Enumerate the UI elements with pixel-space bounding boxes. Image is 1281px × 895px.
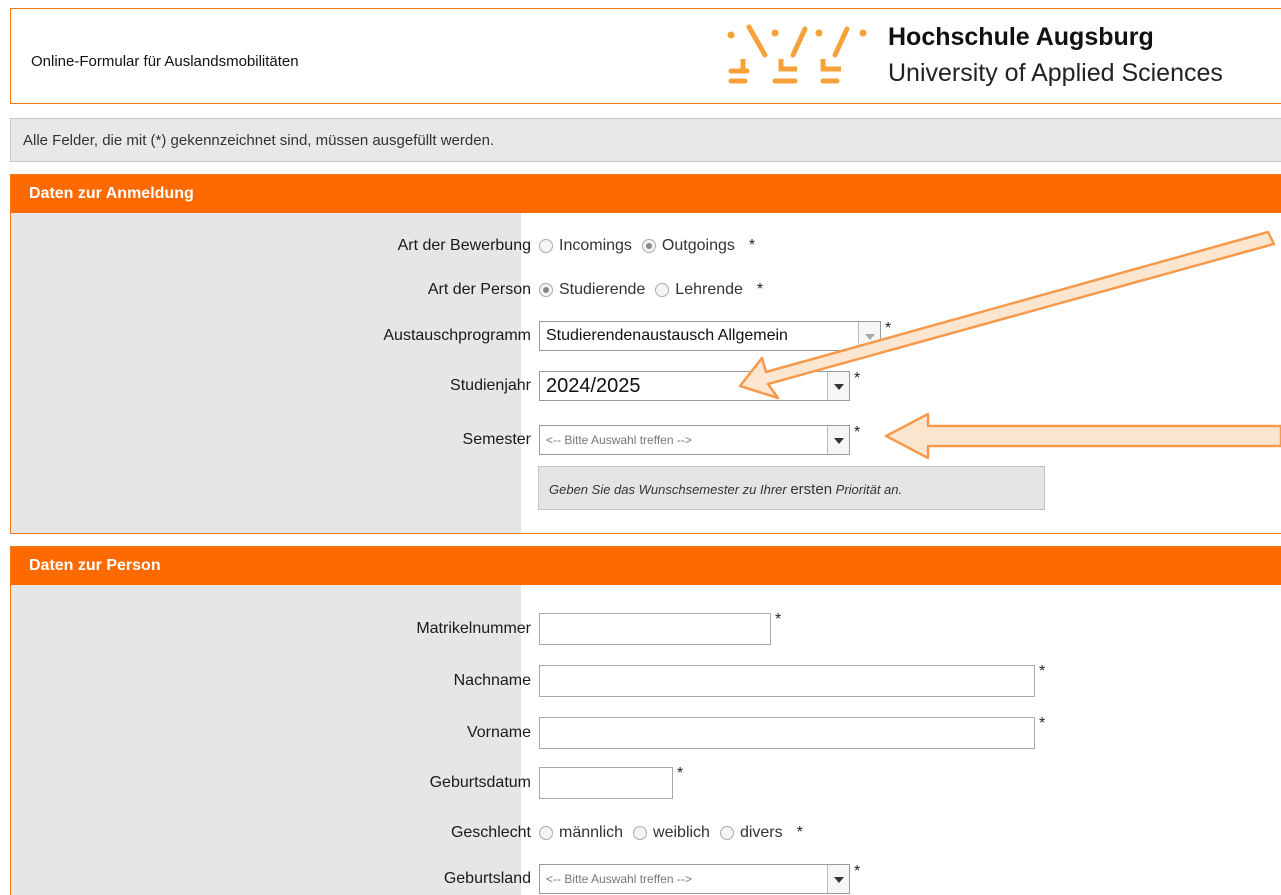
- select-value: Studierendenaustausch Allgemein: [546, 327, 788, 344]
- section-header: Daten zur Anmeldung: [11, 175, 1281, 213]
- radio-group-art-person: Studierende Lehrende *: [539, 275, 763, 305]
- brand-subtitle: University of Applied Sciences: [888, 59, 1223, 87]
- section-title: Daten zur Anmeldung: [29, 185, 194, 202]
- field-label: Semester: [462, 431, 531, 448]
- radio-label: Studierende: [559, 281, 646, 298]
- radio-label: weiblich: [653, 824, 710, 841]
- studienjahr-control: 2024/2025 *: [539, 370, 861, 401]
- austauschprogramm-select[interactable]: Studierendenaustausch Allgemein: [539, 321, 881, 351]
- row-studienjahr: Studienjahr 2024/2025 *: [11, 370, 1281, 401]
- page-header: Online-Formular für Auslandsmobilitäten …: [10, 8, 1281, 104]
- hint-part: Priorität an.: [832, 482, 903, 497]
- field-label: Geschlecht: [450, 824, 531, 841]
- chevron-down-icon[interactable]: [827, 426, 849, 454]
- row-art-bewerbung: Art der Bewerbung Incomings Outgoings *: [11, 231, 1281, 261]
- form-title: Online-Formular für Auslandsmobilitäten: [31, 53, 299, 70]
- required-marker: *: [854, 370, 861, 387]
- required-marker: *: [1039, 663, 1046, 680]
- field-label: Geburtsland: [443, 870, 531, 887]
- austauschprogramm-control: Studierendenaustausch Allgemein *: [539, 320, 892, 351]
- radio-label: männlich: [559, 824, 624, 841]
- required-notice-text: Alle Felder, die mit (*) gekennzeichnet …: [23, 132, 495, 149]
- radio-label: Lehrende: [675, 281, 743, 298]
- radio-outgoings[interactable]: [641, 239, 656, 253]
- field-label: Vorname: [466, 724, 531, 741]
- select-placeholder: <-- Bitte Auswahl treffen -->: [546, 872, 692, 886]
- radio-label: divers: [739, 824, 783, 841]
- required-notice: Alle Felder, die mit (*) gekennzeichnet …: [10, 118, 1281, 162]
- vorname-input[interactable]: [539, 717, 1035, 749]
- row-art-person: Art der Person Studierende Lehrende *: [11, 275, 1281, 305]
- geburtsland-control: <-- Bitte Auswahl treffen --> *: [539, 863, 861, 894]
- radio-group-art-bewerbung: Incomings Outgoings *: [539, 231, 755, 261]
- radio-incomings[interactable]: [539, 239, 553, 253]
- required-marker: *: [854, 424, 861, 441]
- required-marker: *: [748, 237, 756, 254]
- select-value: 2024/2025: [546, 374, 641, 397]
- radio-studierende[interactable]: [539, 283, 553, 297]
- radio-label: Incomings: [559, 237, 632, 254]
- required-marker: *: [1039, 715, 1046, 732]
- section-title: Daten zur Person: [29, 557, 161, 574]
- field-label: Matrikelnummer: [416, 620, 531, 637]
- radio-lehrende[interactable]: [655, 283, 670, 297]
- radio-maennlich[interactable]: [539, 826, 553, 840]
- row-nachname: Nachname *: [11, 663, 1281, 697]
- radio-weiblich[interactable]: [633, 826, 648, 840]
- hint-text: Geben Sie das Wunschsemester zu Ihrer er…: [549, 481, 902, 498]
- chevron-down-icon[interactable]: [858, 322, 880, 350]
- chevron-down-icon[interactable]: [827, 372, 849, 400]
- hochschule-augsburg-logo: [727, 24, 867, 84]
- row-geschlecht: Geschlecht männlich weiblich divers *: [11, 818, 1281, 848]
- required-marker: *: [796, 824, 803, 841]
- select-placeholder: <-- Bitte Auswahl treffen -->: [546, 433, 692, 447]
- semester-control: <-- Bitte Auswahl treffen --> *: [539, 424, 861, 455]
- row-vorname: Vorname *: [11, 715, 1281, 749]
- field-label: Nachname: [453, 672, 531, 689]
- row-semester: Semester <-- Bitte Auswahl treffen --> *: [11, 424, 1281, 455]
- required-marker: *: [775, 611, 782, 628]
- matrikelnummer-input[interactable]: [539, 613, 771, 645]
- required-marker: *: [756, 281, 764, 298]
- geburtsdatum-input[interactable]: [539, 767, 673, 799]
- semester-hint: Geben Sie das Wunschsemester zu Ihrer er…: [538, 466, 1045, 510]
- vorname-control: *: [539, 715, 1046, 749]
- nachname-input[interactable]: [539, 665, 1035, 697]
- semester-select[interactable]: <-- Bitte Auswahl treffen -->: [539, 425, 850, 455]
- required-marker: *: [885, 320, 892, 337]
- brand-name: Hochschule Augsburg: [888, 23, 1154, 51]
- required-marker: *: [677, 765, 684, 782]
- row-austauschprogramm: Austauschprogramm Studierendenaustausch …: [11, 320, 1281, 351]
- field-label: Art der Bewerbung: [397, 237, 531, 254]
- radio-divers[interactable]: [719, 826, 734, 840]
- field-label: Studienjahr: [450, 377, 531, 394]
- radio-label: Outgoings: [661, 237, 735, 254]
- hint-part: Geben Sie das Wunschsemester zu Ihrer: [549, 482, 791, 497]
- hint-emphasis: ersten: [790, 481, 833, 498]
- geburtsland-select[interactable]: <-- Bitte Auswahl treffen -->: [539, 864, 850, 894]
- section-anmeldung: Daten zur Anmeldung Art der Bewerbung In…: [10, 174, 1281, 534]
- studienjahr-select[interactable]: 2024/2025: [539, 371, 850, 401]
- row-matrikelnummer: Matrikelnummer *: [11, 611, 1281, 645]
- radio-group-geschlecht: männlich weiblich divers *: [539, 818, 803, 848]
- geburtsdatum-control: *: [539, 765, 684, 799]
- nachname-control: *: [539, 663, 1046, 697]
- section-person: Daten zur Person Matrikelnummer * Nachna…: [10, 546, 1281, 895]
- row-geburtsdatum: Geburtsdatum *: [11, 765, 1281, 799]
- required-marker: *: [854, 863, 861, 880]
- field-label: Austauschprogramm: [383, 327, 531, 344]
- field-label: Art der Person: [427, 281, 531, 298]
- matrikelnummer-control: *: [539, 611, 782, 645]
- chevron-down-icon[interactable]: [827, 865, 849, 893]
- section-header: Daten zur Person: [11, 547, 1281, 585]
- field-label: Geburtsdatum: [429, 774, 531, 791]
- row-geburtsland: Geburtsland <-- Bitte Auswahl treffen --…: [11, 863, 1281, 894]
